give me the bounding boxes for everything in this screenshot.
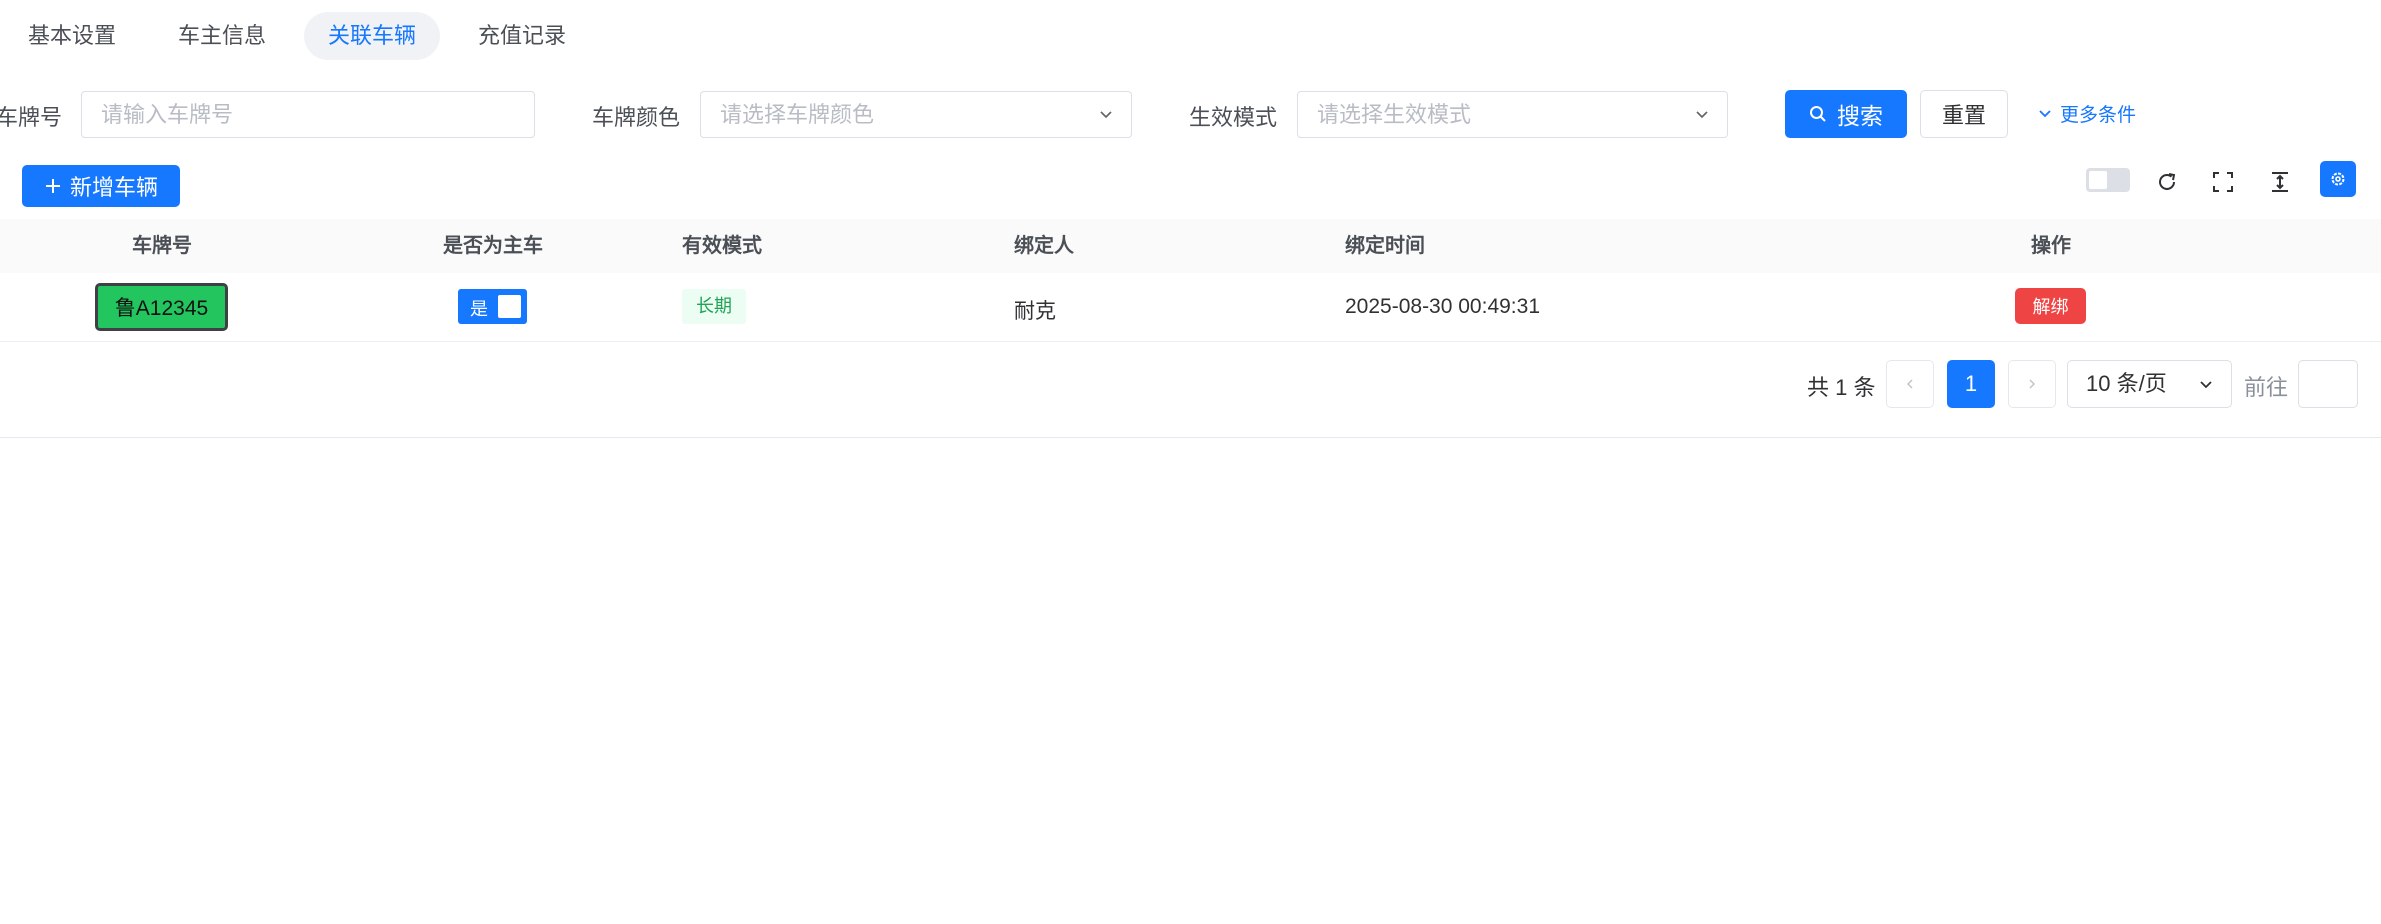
plate-filter-label: 车牌号 (0, 105, 63, 130)
tab-recharge-records[interactable]: 充值记录 (454, 12, 590, 60)
table-style-toggle[interactable] (2086, 168, 2130, 192)
column-binder: 绑定人 (1014, 235, 1074, 257)
plate-search-input[interactable] (101, 92, 515, 138)
unbind-button[interactable]: 解绑 (2015, 288, 2086, 324)
more-conditions-toggle[interactable]: 更多条件 (2038, 100, 2136, 127)
table-header: 车牌号 是否为主车 有效模式 绑定人 绑定时间 操作 (0, 219, 2381, 273)
column-height-icon (2272, 172, 2288, 192)
chevron-down-icon (1696, 111, 1708, 119)
table-row: 鲁A12345 是 长期 耐克 2025-08-30 00:49:31 解绑 (0, 273, 2381, 342)
goto-label: 前往 (2244, 375, 2289, 400)
column-settings-button[interactable] (2320, 161, 2356, 197)
add-vehicle-label: 新增车辆 (69, 175, 158, 200)
chevron-left-icon (1906, 379, 1913, 389)
pagination-total: 共 1 条 (1807, 375, 1876, 400)
page-size-select[interactable]: 10 条/页 (2067, 360, 2232, 408)
search-button-label: 搜索 (1837, 103, 1883, 129)
license-plate: 鲁A12345 (95, 283, 228, 331)
tab-linked-vehicles[interactable]: 关联车辆 (304, 12, 441, 60)
gear-icon (2331, 172, 2345, 186)
color-filter-label: 车牌颜色 (592, 105, 681, 130)
tab-owner-info[interactable]: 车主信息 (154, 12, 290, 60)
chevron-down-icon (2039, 109, 2051, 117)
toggle-knob (2089, 171, 2107, 189)
column-plate: 车牌号 (132, 235, 192, 257)
chevron-down-icon (1100, 111, 1112, 119)
reset-button-label: 重置 (1941, 103, 1986, 128)
refresh-icon (2159, 173, 2176, 190)
tab-basic-settings[interactable]: 基本设置 (4, 12, 140, 60)
section-divider (0, 437, 2381, 438)
chevron-right-icon (2029, 379, 2036, 389)
plate-filter-field[interactable] (81, 91, 535, 138)
bind-time: 2025-08-30 00:49:31 (1345, 295, 1540, 318)
more-conditions-label: 更多条件 (2060, 105, 2137, 126)
effective-mode-select[interactable]: 请选择生效模式 (1297, 91, 1728, 138)
reset-button[interactable]: 重置 (1920, 90, 2008, 138)
switch-knob (498, 295, 521, 318)
goto-page-input[interactable] (2299, 361, 2357, 407)
fullscreen-icon (2213, 172, 2233, 192)
main-switch-text: 是 (470, 299, 488, 319)
fullscreen-button[interactable] (2205, 164, 2241, 200)
column-is-main: 是否为主车 (443, 235, 543, 257)
plus-icon (45, 179, 60, 193)
goto-page-field[interactable] (2298, 360, 2358, 408)
main-vehicle-switch[interactable]: 是 (458, 289, 527, 324)
column-action: 操作 (2031, 235, 2071, 257)
plate-color-select[interactable]: 请选择车牌颜色 (700, 91, 1132, 138)
page-number-current[interactable]: 1 (1947, 360, 1995, 408)
binder-name: 耐克 (1014, 300, 1056, 323)
search-icon (1810, 106, 1826, 122)
refresh-button[interactable] (2149, 164, 2185, 200)
mode-filter-label: 生效模式 (1189, 105, 1278, 130)
page-size-value: 10 条/页 (2086, 371, 2167, 396)
prev-page-button[interactable] (1886, 360, 1934, 408)
density-button[interactable] (2262, 164, 2298, 200)
chevron-down-icon (2200, 381, 2212, 389)
column-bind-time: 绑定时间 (1345, 235, 1425, 257)
mode-tag: 长期 (682, 289, 746, 324)
plate-color-placeholder: 请选择车牌颜色 (720, 102, 875, 127)
search-button[interactable]: 搜索 (1785, 90, 1907, 138)
effective-mode-placeholder: 请选择生效模式 (1317, 102, 1472, 127)
add-vehicle-button[interactable]: 新增车辆 (22, 165, 180, 207)
next-page-button[interactable] (2008, 360, 2056, 408)
column-mode: 有效模式 (682, 235, 762, 257)
